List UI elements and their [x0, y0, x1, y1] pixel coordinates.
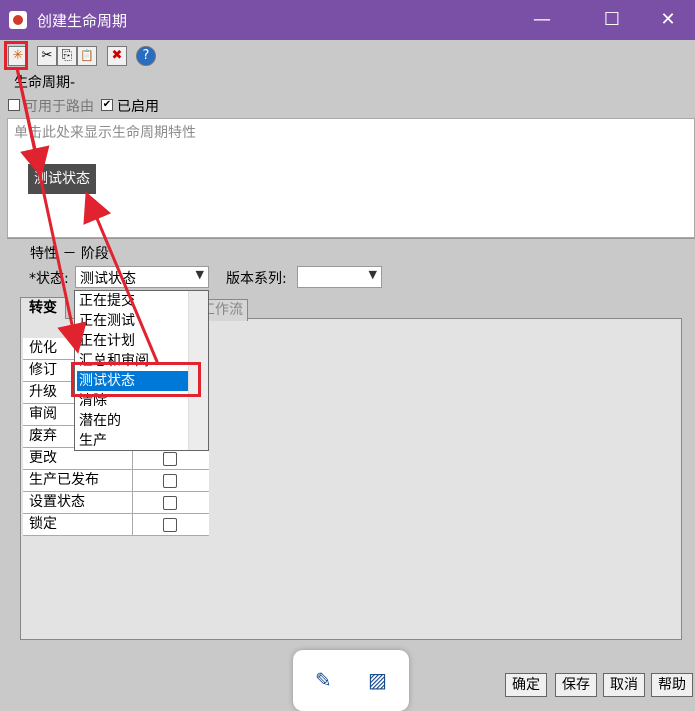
cancel-button[interactable]: 取消: [603, 673, 645, 697]
transition-name: 更改: [23, 448, 133, 470]
table-row: 设置状态: [23, 492, 209, 514]
routable-checkbox[interactable]: [8, 99, 20, 111]
transition-name: 设置状态: [23, 492, 133, 514]
minimize-button[interactable]: —: [519, 0, 565, 40]
highlight-new-state: [4, 41, 28, 70]
state-select-value: 测试状态: [80, 271, 136, 287]
hatch-pattern-icon[interactable]: ▨: [368, 668, 387, 692]
state-select[interactable]: 测试状态 ▼: [75, 266, 209, 288]
copy-icon[interactable]: ⎘: [57, 46, 77, 66]
chevron-down-icon: ▼: [195, 268, 204, 281]
transition-checkbox[interactable]: [163, 452, 177, 466]
help-button[interactable]: 帮助: [651, 673, 693, 697]
cut-icon[interactable]: ✂: [37, 46, 57, 66]
enabled-label: 已启用: [117, 99, 159, 115]
help-icon[interactable]: ?: [136, 46, 156, 66]
dropdown-option[interactable]: 正在计划: [77, 331, 189, 351]
table-row: 锁定: [23, 514, 209, 536]
dropdown-option[interactable]: 正在测试: [77, 311, 189, 331]
lifecycle-label: 生命周期-: [14, 75, 76, 91]
version-series-select[interactable]: ▼: [297, 266, 382, 288]
tab-transitions[interactable]: 转变: [20, 297, 66, 319]
transition-name: 锁定: [23, 514, 133, 536]
window-title: 创建生命周期: [37, 12, 128, 30]
enabled-checkbox[interactable]: ✔: [101, 99, 113, 111]
floating-toolbar: ✎ ▨: [293, 650, 409, 711]
magic-wand-icon[interactable]: ✎: [315, 668, 332, 692]
version-series-label: 版本系列:: [226, 271, 287, 287]
table-row: 生产已发布: [23, 470, 209, 492]
transition-checkbox[interactable]: [163, 474, 177, 488]
delete-icon[interactable]: ✖: [107, 46, 127, 66]
transition-checkbox[interactable]: [163, 518, 177, 532]
paste-icon[interactable]: 📋: [77, 46, 97, 66]
props-hint[interactable]: 单击此处来显示生命周期特性: [14, 122, 196, 142]
chevron-down-icon: ▼: [368, 268, 377, 281]
table-row: 更改: [23, 448, 209, 470]
ok-button[interactable]: 确定: [505, 673, 547, 697]
title-bar: 创建生命周期 — ☐ ✕: [0, 0, 695, 40]
highlight-selected-option: [71, 362, 201, 397]
dropdown-option[interactable]: 生产: [77, 431, 189, 451]
save-button[interactable]: 保存: [555, 673, 597, 697]
state-label: *状态:: [29, 271, 69, 287]
transition-checkbox[interactable]: [163, 496, 177, 510]
dropdown-option[interactable]: 潜在的: [77, 411, 189, 431]
close-button[interactable]: ✕: [645, 0, 691, 40]
dropdown-option[interactable]: 正在提交: [77, 291, 189, 311]
lifecycle-diagram-area[interactable]: 单击此处来显示生命周期特性 测试状态: [7, 118, 695, 238]
section-title: 特性 － 阶段: [26, 243, 113, 263]
routable-label: 可用于路由: [24, 99, 94, 115]
java-app-icon: [9, 11, 27, 29]
maximize-button[interactable]: ☐: [589, 0, 635, 40]
state-node[interactable]: 测试状态: [28, 164, 96, 194]
transition-name: 生产已发布: [23, 470, 133, 492]
